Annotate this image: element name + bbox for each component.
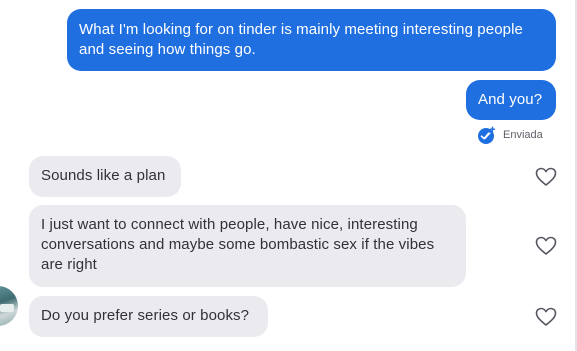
heart-outline-icon[interactable]: [535, 236, 557, 256]
heart-outline-icon[interactable]: [535, 307, 557, 327]
heart-outline-icon[interactable]: [535, 167, 557, 187]
message-text: Sounds like a plan: [41, 167, 166, 184]
incoming-message-bubble[interactable]: Do you prefer series or books?: [29, 296, 268, 337]
message-text: I just want to connect with people, have…: [41, 216, 435, 273]
message-status: Enviada: [476, 125, 543, 145]
outgoing-message-bubble[interactable]: And you?: [466, 80, 556, 120]
incoming-message-bubble[interactable]: Sounds like a plan: [29, 156, 181, 197]
sent-check-icon: [476, 125, 496, 145]
status-label: Enviada: [503, 129, 543, 141]
avatar-image-detail: [0, 304, 14, 312]
outgoing-message-bubble[interactable]: What I'm looking for on tinder is mainly…: [67, 9, 556, 71]
incoming-message-bubble[interactable]: I just want to connect with people, have…: [29, 205, 466, 287]
chat-thread: What I'm looking for on tinder is mainly…: [0, 0, 577, 351]
message-text: What I'm looking for on tinder is mainly…: [79, 21, 523, 58]
profile-avatar[interactable]: [0, 286, 18, 326]
message-text: And you?: [478, 91, 543, 108]
message-text: Do you prefer series or books?: [41, 307, 250, 324]
